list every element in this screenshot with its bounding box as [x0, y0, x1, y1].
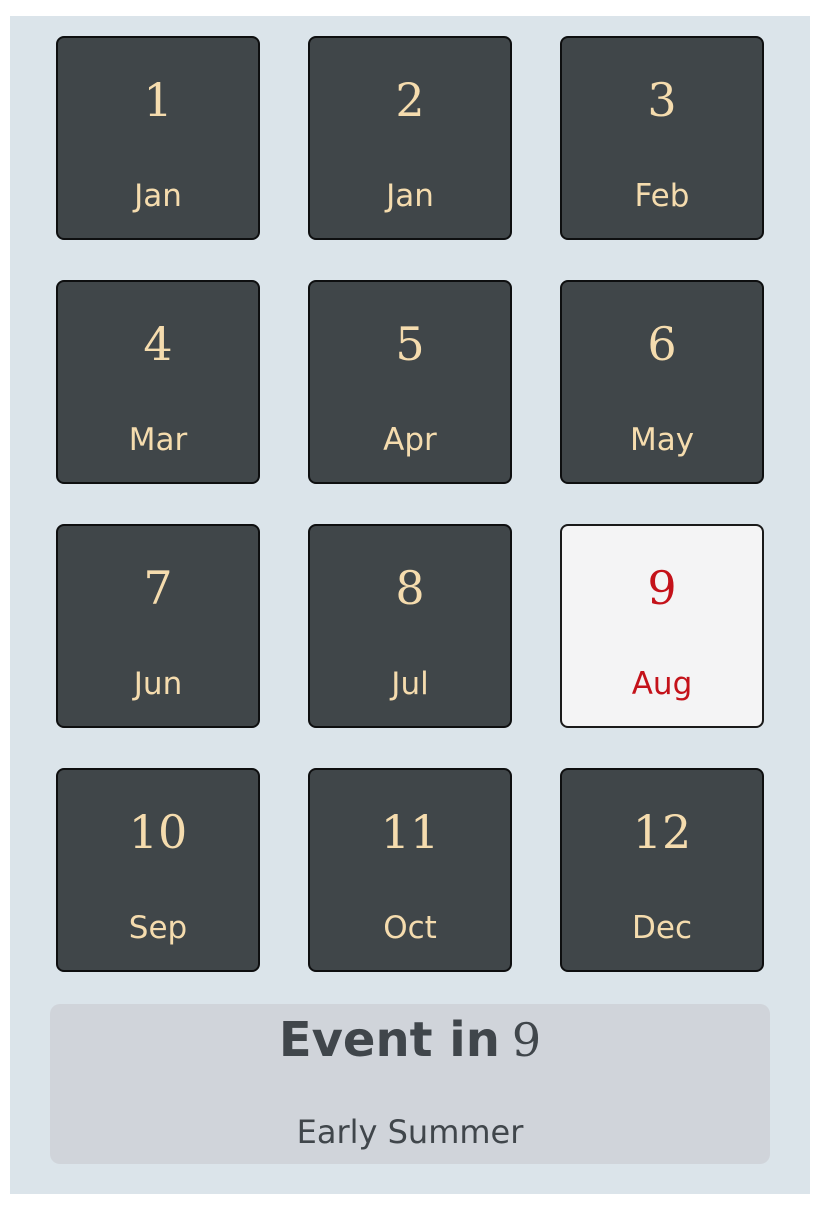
- day-tile-10[interactable]: 10 Sep: [56, 768, 260, 972]
- day-month: Jun: [133, 666, 183, 702]
- day-tile-7[interactable]: 7 Jun: [56, 524, 260, 728]
- event-caption: Early Summer: [296, 1113, 524, 1151]
- day-number: 2: [395, 73, 425, 127]
- day-month: Mar: [128, 422, 188, 458]
- event-summary: Event in 9 Early Summer: [50, 1004, 770, 1164]
- day-tile-12[interactable]: 12 Dec: [560, 768, 764, 972]
- day-tile-3[interactable]: 3 Feb: [560, 36, 764, 240]
- day-month: May: [629, 422, 695, 458]
- day-month: Apr: [383, 422, 437, 458]
- day-tile-4[interactable]: 4 Mar: [56, 280, 260, 484]
- day-tile-6[interactable]: 6 May: [560, 280, 764, 484]
- day-month: Jan: [134, 178, 182, 214]
- calendar-panel: 1 Jan 2 Jan 3 Feb 4 Mar 5 Apr 6 May 7 Ju…: [10, 16, 810, 1194]
- day-number: 12: [632, 805, 692, 859]
- day-number: 4: [143, 317, 173, 371]
- day-number: 11: [380, 805, 440, 859]
- day-tile-9[interactable]: 9 Aug: [560, 524, 764, 728]
- day-month: Dec: [632, 910, 692, 946]
- event-heading: Event in 9: [50, 1008, 770, 1083]
- day-tile-8[interactable]: 8 Jul: [308, 524, 512, 728]
- day-number: 1: [143, 73, 173, 127]
- day-number: 3: [647, 73, 677, 127]
- day-month: Oct: [383, 910, 437, 946]
- day-tile-1[interactable]: 1 Jan: [56, 36, 260, 240]
- day-tile-5[interactable]: 5 Apr: [308, 280, 512, 484]
- day-tile-grid: 1 Jan 2 Jan 3 Feb 4 Mar 5 Apr 6 May 7 Ju…: [56, 36, 764, 972]
- day-number: 7: [143, 561, 173, 615]
- day-month: Aug: [631, 666, 693, 702]
- day-month: Jul: [391, 666, 429, 702]
- day-tile-2[interactable]: 2 Jan: [308, 36, 512, 240]
- day-month: Jan: [386, 178, 434, 214]
- day-number: 5: [395, 317, 425, 371]
- day-tile-11[interactable]: 11 Oct: [308, 768, 512, 972]
- event-heading-value: 9: [511, 1013, 542, 1067]
- day-month: Feb: [634, 178, 690, 214]
- day-number: 9: [647, 561, 677, 615]
- day-number: 6: [647, 317, 677, 371]
- day-number: 10: [128, 805, 188, 859]
- event-heading-label: Event in: [278, 1012, 500, 1068]
- day-month: Sep: [128, 910, 188, 946]
- day-number: 8: [395, 561, 425, 615]
